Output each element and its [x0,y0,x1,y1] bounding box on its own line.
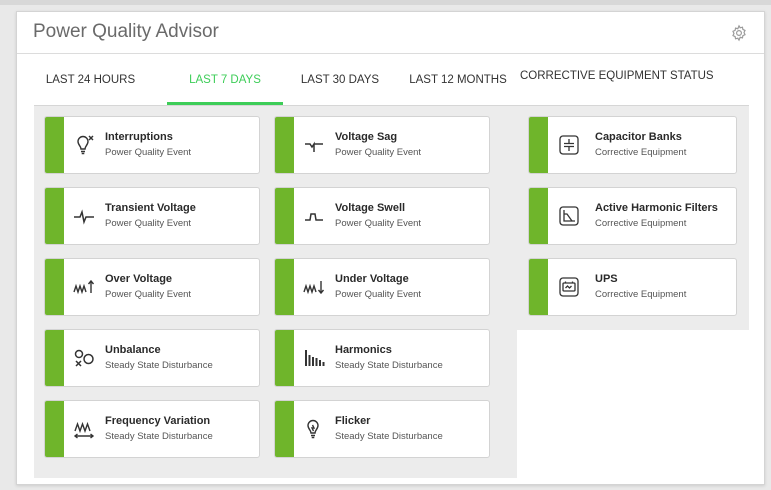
equipment-tile-ups[interactable]: UPS Corrective Equipment [528,258,737,316]
harmonics-icon [303,347,325,369]
ups-battery-icon [559,277,579,297]
equipment-title: Capacitor Banks [595,131,682,143]
event-tile-voltage-sag[interactable]: Voltage Sag Power Quality Event [274,116,490,174]
event-subtitle: Power Quality Event [335,289,422,300]
event-tile-over-voltage[interactable]: Over Voltage Power Quality Event [44,258,260,316]
event-title: Harmonics [335,344,392,356]
event-title: Voltage Swell [335,202,406,214]
equipment-title: Active Harmonic Filters [595,202,718,214]
event-title: Transient Voltage [105,202,196,214]
equipment-subtitle: Corrective Equipment [595,218,687,229]
flicker-icon [303,418,325,440]
corrective-equipment-heading: CORRECTIVE EQUIPMENT STATUS [520,70,714,82]
unbalance-icon [73,347,95,369]
tab-last-12-months[interactable]: LAST 12 MONTHS [399,70,517,105]
event-title: Voltage Sag [335,131,398,143]
capacitor-icon [559,135,579,155]
event-tile-harmonics[interactable]: Harmonics Steady State Disturbance [274,329,490,387]
status-bar [529,259,548,315]
status-bar [45,330,64,386]
window-top-strip [0,0,771,5]
time-range-tabs: LAST 24 HOURS LAST 7 DAYS LAST 30 DAYS L… [34,70,517,106]
event-tile-interruptions[interactable]: Interruptions Power Quality Event [44,116,260,174]
frequency-variation-icon [73,418,95,440]
voltage-swell-icon [303,205,325,227]
event-subtitle: Power Quality Event [335,147,422,158]
status-bar [275,188,294,244]
transient-voltage-icon [73,205,95,227]
event-subtitle: Steady State Disturbance [335,360,443,371]
event-tile-voltage-swell[interactable]: Voltage Swell Power Quality Event [274,187,490,245]
event-title: Unbalance [105,344,161,356]
event-title: Frequency Variation [105,415,211,427]
status-bar [275,259,294,315]
event-tile-frequency-variation[interactable]: Frequency Variation Steady State Disturb… [44,400,260,458]
equipment-tile-active-harmonic-filters[interactable]: Active Harmonic Filters Corrective Equip… [528,187,737,245]
over-voltage-icon [73,276,95,298]
status-bar [529,188,548,244]
under-voltage-icon [303,276,325,298]
event-subtitle: Power Quality Event [335,218,422,229]
equipment-subtitle: Corrective Equipment [595,289,687,300]
equipment-title: UPS [595,273,618,285]
event-subtitle: Steady State Disturbance [335,431,443,442]
widget-header: Power Quality Advisor [17,12,764,54]
status-bar [275,330,294,386]
event-subtitle: Power Quality Event [105,289,192,300]
status-bar [45,401,64,457]
voltage-sag-icon [303,134,325,156]
event-tile-unbalance[interactable]: Unbalance Steady State Disturbance [44,329,260,387]
status-bar [45,188,64,244]
event-tile-flicker[interactable]: Flicker Steady State Disturbance [274,400,490,458]
event-title: Over Voltage [105,273,173,285]
tab-last-30-days[interactable]: LAST 30 DAYS [287,70,393,105]
corrective-equipment-panel: Capacitor Banks Corrective Equipment Act… [517,106,749,330]
event-subtitle: Steady State Disturbance [105,431,213,442]
equipment-subtitle: Corrective Equipment [595,147,687,158]
event-title: Interruptions [105,131,173,143]
status-bar [45,259,64,315]
status-bar [45,117,64,173]
event-subtitle: Power Quality Event [105,147,192,158]
status-bar [275,117,294,173]
tab-last-7-days[interactable]: LAST 7 DAYS [167,70,283,105]
widget-title: Power Quality Advisor [33,21,219,42]
settings-gear-icon[interactable] [730,24,748,42]
status-bar [529,117,548,173]
event-title: Flicker [335,415,371,427]
power-quality-widget: Power Quality Advisor LAST 24 HOURS LAST… [16,11,765,485]
tab-last-24-hours[interactable]: LAST 24 HOURS [34,70,147,105]
harmonic-filter-icon [559,206,579,226]
power-quality-events-panel: Interruptions Power Quality Event Voltag… [34,106,517,478]
event-subtitle: Power Quality Event [105,218,192,229]
equipment-tile-capacitor-banks[interactable]: Capacitor Banks Corrective Equipment [528,116,737,174]
status-bar [275,401,294,457]
event-tile-transient-voltage[interactable]: Transient Voltage Power Quality Event [44,187,260,245]
event-title: Under Voltage [335,273,409,285]
event-subtitle: Steady State Disturbance [105,360,213,371]
event-tile-under-voltage[interactable]: Under Voltage Power Quality Event [274,258,490,316]
interruption-bulb-icon [73,134,95,156]
